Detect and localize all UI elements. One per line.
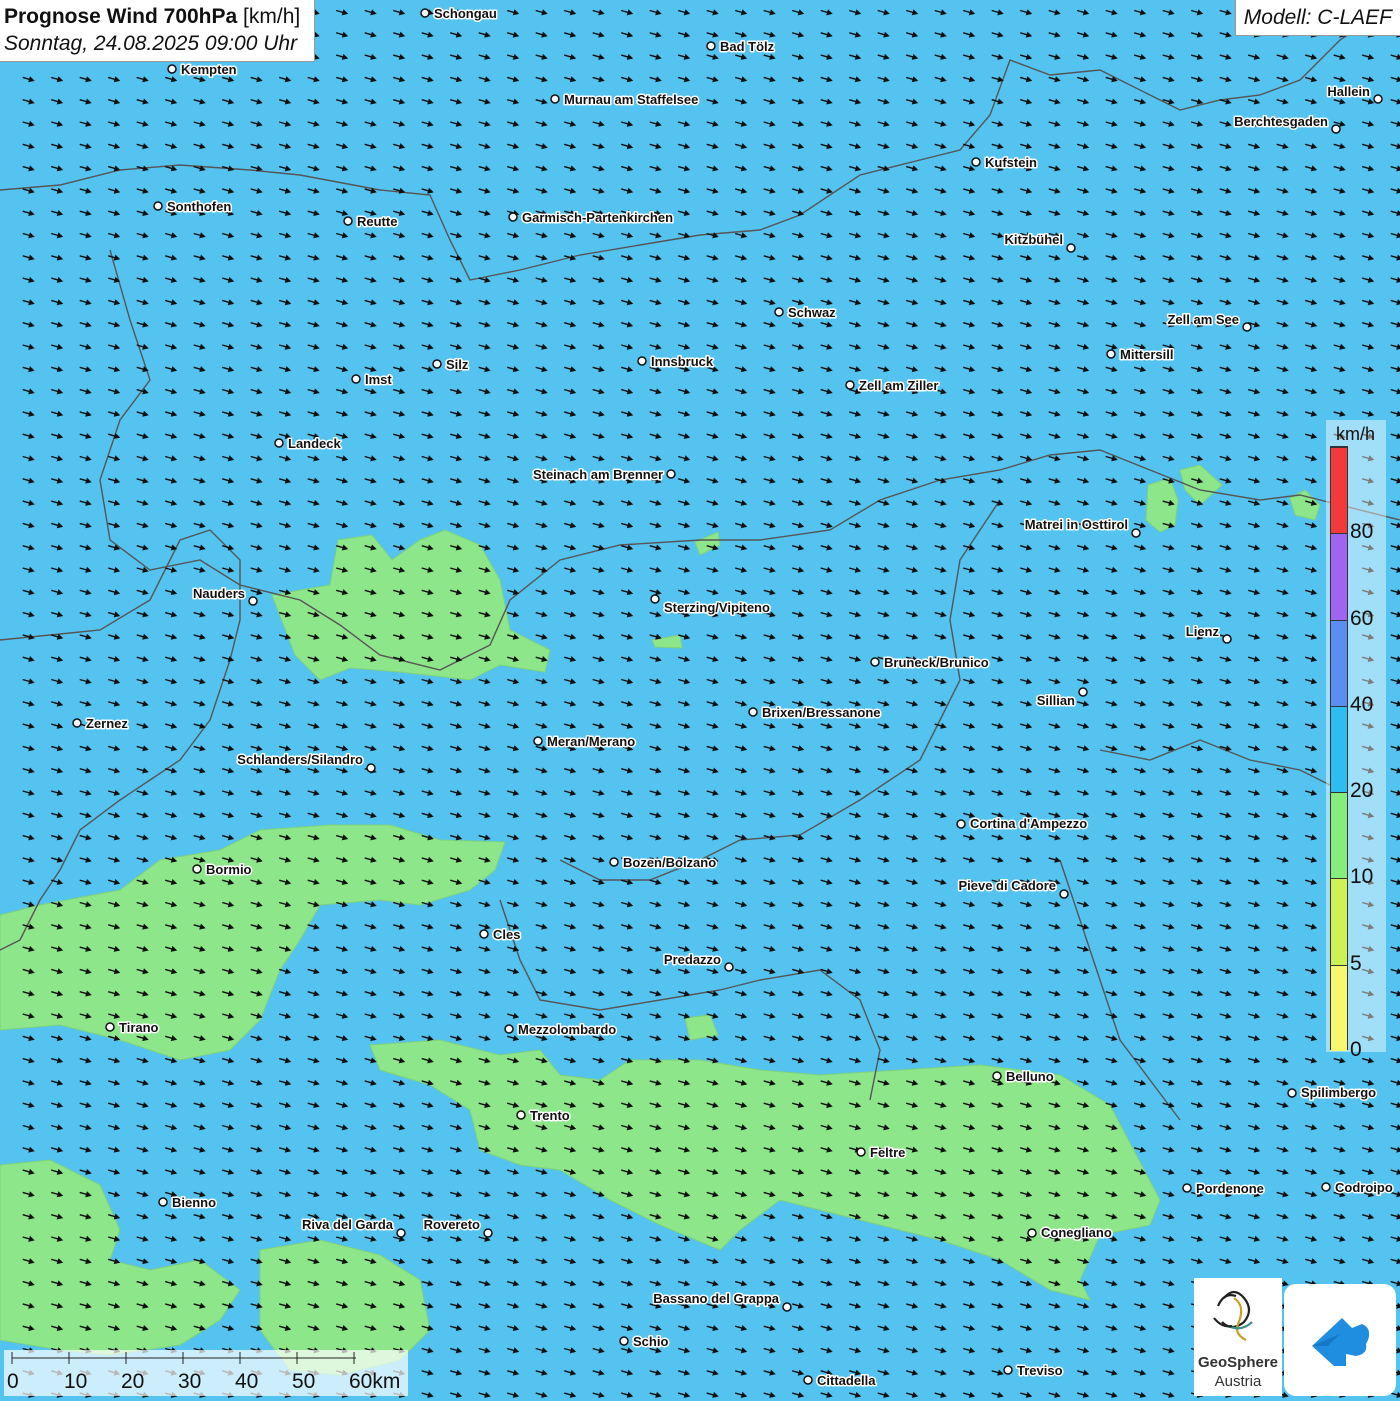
wind-map: SchongauBad TölzKemptenMurnau am Staffel… [0, 0, 1400, 1400]
light-wind-area-matrei [1145, 477, 1179, 533]
